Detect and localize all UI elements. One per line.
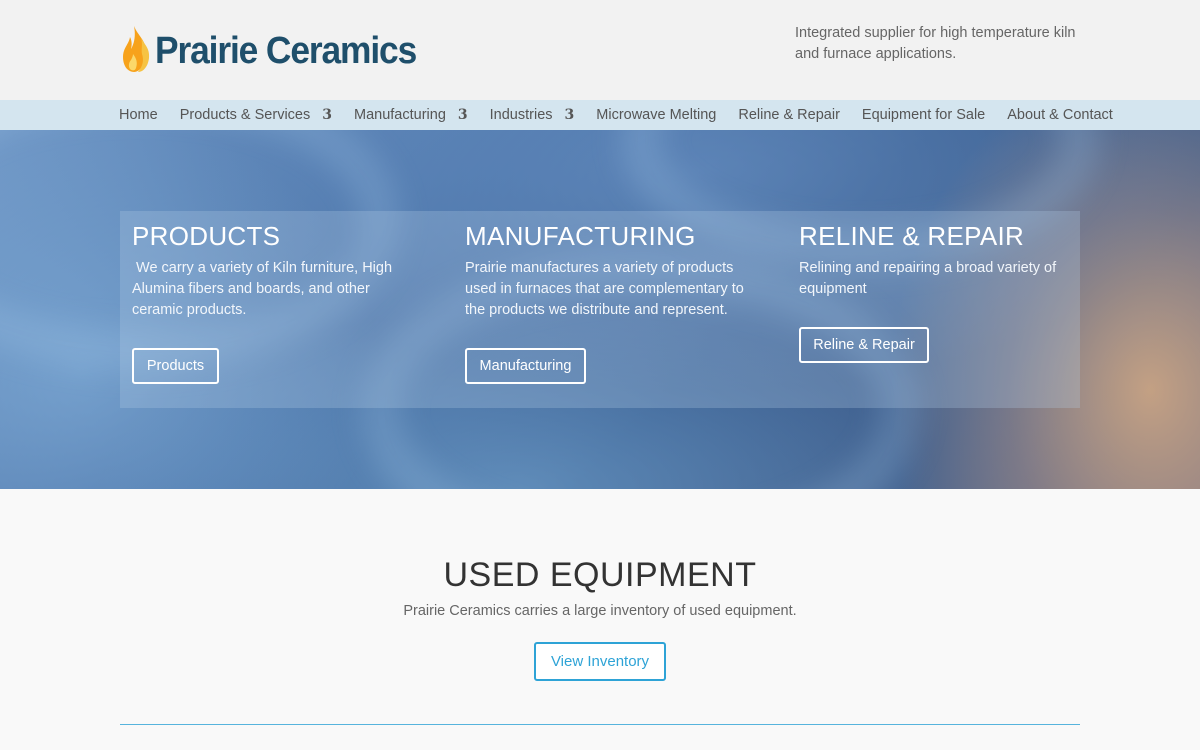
site-header: Prairie Ceramics Integrated supplier for… xyxy=(0,0,1200,100)
reline-repair-button[interactable]: Reline & Repair xyxy=(799,327,929,363)
main-nav: Home Products & Services 3 Manufacturing… xyxy=(0,100,1200,130)
column-title: PRODUCTS xyxy=(132,221,281,251)
header-tagline: Integrated supplier for high temperature… xyxy=(795,25,1076,62)
column-text: Relining and repairing a broad variety o… xyxy=(799,260,1057,297)
column-title: MANUFACTURING xyxy=(465,221,696,251)
nav-item-home[interactable]: Home xyxy=(119,107,158,123)
section-title: USED EQUIPMENT xyxy=(443,556,757,594)
dropdown-caret-icon: 3 xyxy=(457,107,468,123)
nav-item-products-services[interactable]: Products & Services 3 xyxy=(180,107,332,123)
nav-item-label: Reline & Repair xyxy=(738,107,840,123)
column-title: RELINE & REPAIR xyxy=(799,221,1025,251)
nav-item-label: Equipment for Sale xyxy=(861,107,986,123)
nav-item-label: Products & Services xyxy=(179,107,311,123)
nav-item-label: Microwave Melting xyxy=(596,107,717,123)
products-button[interactable]: Products xyxy=(132,348,219,384)
column-text: We carry a variety of Kiln furniture, Hi… xyxy=(132,260,396,318)
section-subtitle: Prairie Ceramics carries a large invento… xyxy=(403,603,797,619)
section-divider xyxy=(120,724,1080,725)
hero-column-products: PRODUCTS We carry a variety of Kiln furn… xyxy=(132,221,417,321)
nav-item-label: Industries xyxy=(489,107,553,123)
used-equipment-section: USED EQUIPMENT Prairie Ceramics carries … xyxy=(0,489,1200,750)
view-inventory-button[interactable]: View Inventory xyxy=(534,642,666,681)
hero-banner: PRODUCTS We carry a variety of Kiln furn… xyxy=(0,130,1200,489)
flame-icon xyxy=(120,24,152,79)
brand-name: Prairie Ceramics xyxy=(155,30,417,72)
nav-item-equipment-for-sale[interactable]: Equipment for Sale xyxy=(862,107,985,123)
nav-item-reline-repair[interactable]: Reline & Repair xyxy=(738,107,840,123)
column-text: Prairie manufactures a variety of produc… xyxy=(465,260,744,318)
nav-item-microwave-melting[interactable]: Microwave Melting xyxy=(596,107,716,123)
nav-item-label: Home xyxy=(119,107,158,123)
dropdown-caret-icon: 3 xyxy=(322,107,332,123)
logo[interactable]: Prairie Ceramics xyxy=(120,24,436,79)
nav-item-label: About & Contact xyxy=(1007,107,1113,123)
hero-column-reline-repair: RELINE & REPAIR Relining and repairing a… xyxy=(799,221,1084,300)
nav-item-manufacturing[interactable]: Manufacturing 3 xyxy=(354,107,468,123)
nav-item-about-contact[interactable]: About & Contact xyxy=(1007,107,1113,123)
nav-item-industries[interactable]: Industries 3 xyxy=(490,107,575,123)
manufacturing-button[interactable]: Manufacturing xyxy=(465,348,586,384)
nav-item-label: Manufacturing xyxy=(354,107,446,123)
hero-column-manufacturing: MANUFACTURING Prairie manufactures a var… xyxy=(465,221,750,321)
dropdown-caret-icon: 3 xyxy=(564,107,575,123)
